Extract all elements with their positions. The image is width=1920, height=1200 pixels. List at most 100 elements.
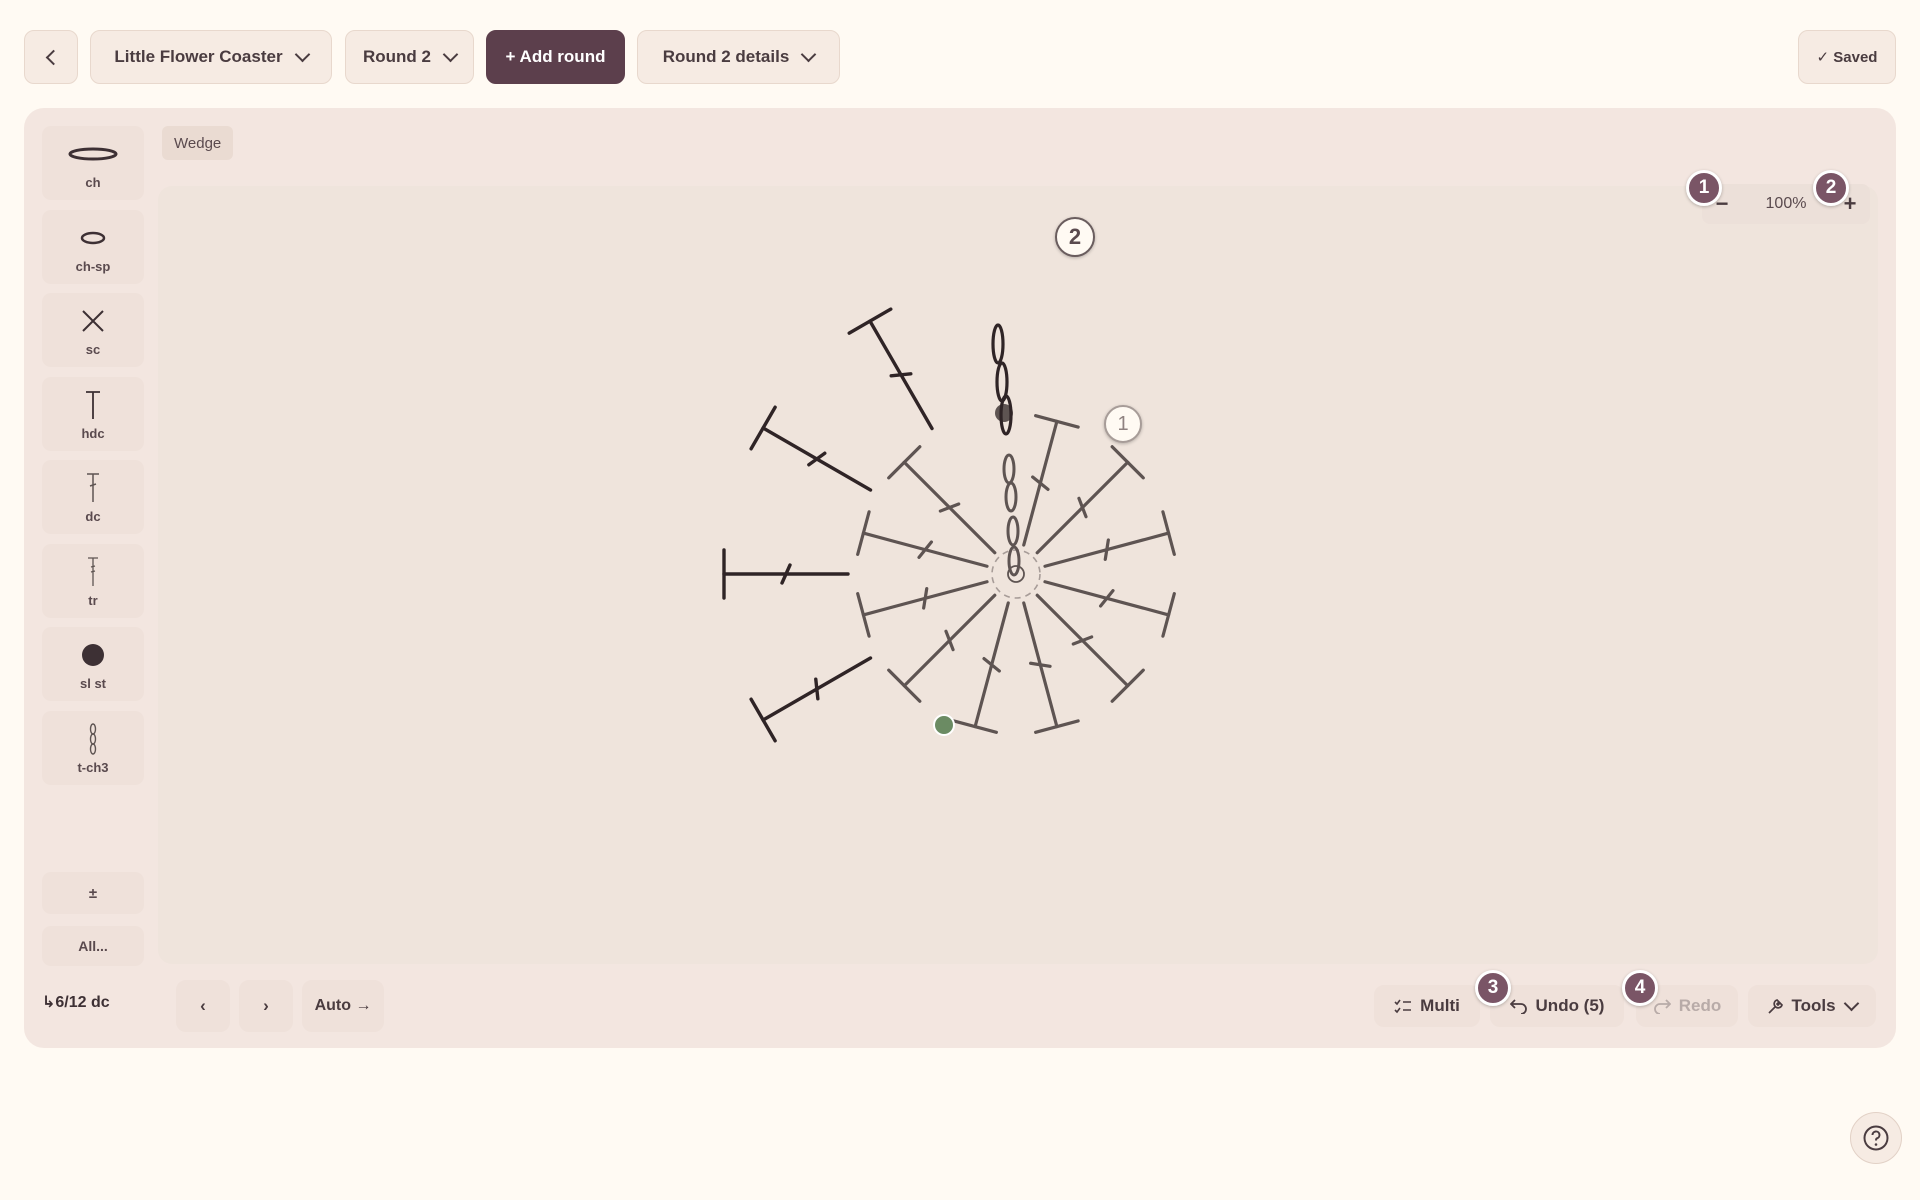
undo-label: Undo (5) <box>1535 996 1605 1015</box>
chain-stitch[interactable] <box>991 323 1005 365</box>
double-crochet-icon <box>42 470 144 506</box>
pattern-name: Little Flower Coaster <box>114 47 283 66</box>
dc-stitch[interactable] <box>847 307 934 431</box>
prev-label: ‹ <box>200 996 206 1015</box>
chain-stitch[interactable] <box>1007 545 1021 577</box>
tool-ch-sp[interactable]: ch-sp <box>42 210 144 284</box>
wrench-icon <box>1768 999 1784 1014</box>
tool-label: sc <box>85 342 101 357</box>
chevron-down-icon <box>442 46 459 62</box>
marker-label: 2 <box>1825 177 1837 198</box>
chevron-down-icon <box>294 46 310 62</box>
next-stitch-button[interactable]: › <box>239 980 293 1032</box>
wedge-tag[interactable]: Wedge <box>162 126 234 160</box>
chain-stitch[interactable] <box>1004 481 1018 513</box>
adjust-label: ± <box>88 884 98 902</box>
treble-crochet-icon <box>42 554 144 590</box>
round-details-button[interactable]: Round 2 details <box>637 30 840 84</box>
dc-stitch[interactable] <box>749 405 873 492</box>
tool-label: ch-sp <box>75 259 111 274</box>
pattern-select[interactable]: Little Flower Coaster <box>90 30 332 84</box>
slip-stitch-icon <box>42 637 144 673</box>
chevron-left-icon <box>45 49 62 65</box>
dc-stitch[interactable] <box>1022 601 1080 734</box>
saved-status: ✓ Saved <box>1798 30 1896 84</box>
add-round-label: + Add round <box>505 47 606 66</box>
dc-stitch[interactable] <box>887 593 997 703</box>
tool-label: sl st <box>79 676 106 691</box>
marker-3[interactable]: 3 <box>1475 970 1511 1006</box>
round-select-value: Round 2 <box>363 47 431 66</box>
redo-icon <box>1653 999 1671 1014</box>
undo-icon <box>1509 999 1527 1014</box>
tools-menu-button[interactable]: Tools <box>1748 985 1876 1027</box>
dc-stitch[interactable] <box>722 548 850 600</box>
round-badge-1[interactable]: 1 <box>1104 405 1142 443</box>
chevron-down-icon <box>801 46 817 62</box>
adjust-button[interactable]: ± <box>42 872 144 914</box>
tool-dc[interactable]: dc <box>42 460 144 534</box>
dc-stitch[interactable] <box>856 510 989 568</box>
stitch-diagram[interactable] <box>158 186 1878 964</box>
round-badge-label: 1 <box>1117 412 1129 435</box>
marker-label: 4 <box>1634 977 1646 998</box>
dc-stitch[interactable] <box>952 601 1010 734</box>
multi-select-button[interactable]: Multi <box>1374 985 1480 1027</box>
dc-stitch[interactable] <box>1035 445 1145 555</box>
tool-hdc[interactable]: hdc <box>42 377 144 451</box>
round-badge-2[interactable]: 2 <box>1055 217 1095 257</box>
redo-label: Redo <box>1678 996 1722 1015</box>
marker-2[interactable]: 2 <box>1813 170 1849 206</box>
tool-tr[interactable]: tr <box>42 544 144 618</box>
tools-label: Tools <box>1791 996 1836 1015</box>
chain-stitch[interactable] <box>1002 453 1016 485</box>
add-round-button[interactable]: + Add round <box>486 30 625 84</box>
stitch-count: ↳6/12 dc <box>42 994 110 1011</box>
round-badge-label: 2 <box>1068 224 1082 249</box>
turning-chain-icon <box>42 721 144 757</box>
tool-label: tr <box>88 593 98 608</box>
back-button[interactable] <box>24 30 78 84</box>
marker-label: 3 <box>1487 977 1499 998</box>
dc-stitch[interactable] <box>856 580 989 638</box>
marker-1[interactable]: 1 <box>1686 170 1722 206</box>
auto-label: Auto → <box>314 997 372 1014</box>
dc-stitch[interactable] <box>1043 510 1176 568</box>
tool-label: t-ch3 <box>77 760 109 775</box>
multi-label: Multi <box>1420 996 1460 1015</box>
round-select[interactable]: Round 2 <box>345 30 474 84</box>
dc-stitch[interactable] <box>1035 593 1145 703</box>
all-stitches-label: All... <box>78 938 108 954</box>
tool-sc[interactable]: sc <box>42 293 144 367</box>
half-double-crochet-icon <box>42 387 144 423</box>
checklist-icon <box>1394 999 1412 1014</box>
start-point-dot[interactable] <box>933 714 955 736</box>
round-details-label: Round 2 details <box>662 47 790 66</box>
saved-label: ✓ Saved <box>1816 49 1878 66</box>
chevron-down-icon <box>1843 995 1859 1011</box>
tool-label: hdc <box>81 426 105 441</box>
chain-stitch[interactable] <box>1006 515 1020 547</box>
tool-label: dc <box>85 509 101 524</box>
auto-advance-button[interactable]: Auto → <box>302 980 384 1032</box>
chart-canvas[interactable] <box>158 186 1878 964</box>
all-stitches-button[interactable]: All... <box>42 926 144 966</box>
dc-stitch[interactable] <box>887 445 997 555</box>
next-label: › <box>263 996 269 1015</box>
marker-4[interactable]: 4 <box>1622 970 1658 1006</box>
dc-stitch[interactable] <box>1022 414 1080 547</box>
chain-icon <box>42 136 144 172</box>
dc-stitch[interactable] <box>1043 580 1176 638</box>
help-icon <box>1863 1125 1889 1151</box>
tool-t-ch3[interactable]: t-ch3 <box>42 711 144 785</box>
tool-sl-st[interactable]: sl st <box>42 627 144 701</box>
tool-label: ch <box>85 175 101 190</box>
tool-ch[interactable]: ch <box>42 126 144 200</box>
prev-stitch-button[interactable]: ‹ <box>176 980 230 1032</box>
chain-stitch[interactable] <box>995 361 1009 403</box>
wedge-label: Wedge <box>174 134 222 152</box>
marker-label: 1 <box>1698 177 1710 198</box>
dc-stitch[interactable] <box>749 656 873 743</box>
chain-space-icon <box>42 220 144 256</box>
help-button[interactable] <box>1850 1112 1902 1164</box>
